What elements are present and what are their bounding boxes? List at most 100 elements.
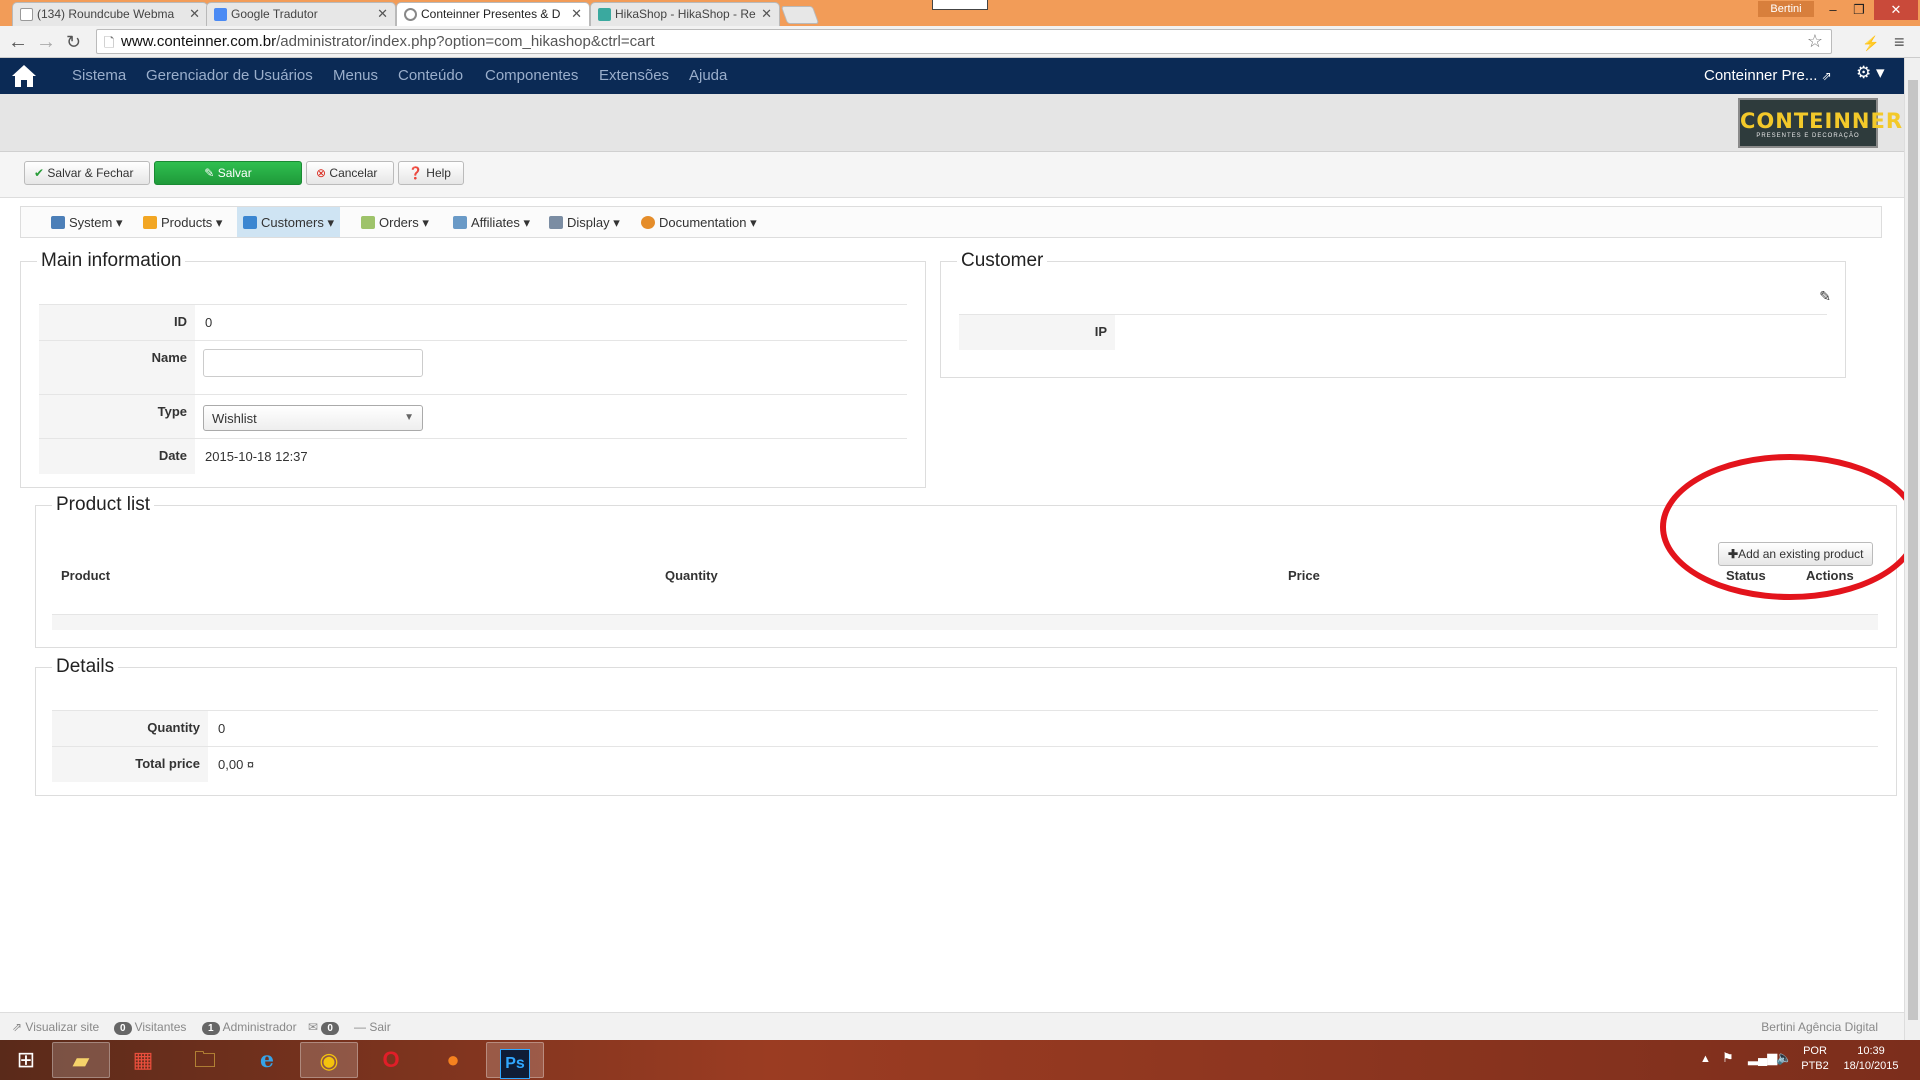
tab-hikashop[interactable]: HikaShop - HikaShop - Re ✕ — [590, 2, 780, 26]
external-link-icon: ⇗ — [1821, 69, 1832, 83]
close-icon[interactable]: ✕ — [189, 6, 200, 22]
reload-icon[interactable]: ↻ — [66, 32, 81, 53]
admin-status-bar: ⇗ Visualizar site 0 Visitantes 1 Administr… — [0, 1012, 1904, 1040]
documentation-icon — [641, 216, 655, 229]
gear-icon[interactable]: ⚙ ▾ — [1856, 63, 1885, 83]
hikashop-icon — [598, 8, 611, 21]
check-icon: ✔ — [34, 166, 45, 180]
menu-conteudo[interactable]: Conteúdo — [398, 67, 463, 84]
column-quantity: Quantity — [665, 568, 718, 583]
save-close-button[interactable]: ✔ Salvar & Fechar — [24, 161, 150, 185]
tab-google-translate[interactable]: Google Tradutor ✕ — [206, 2, 396, 26]
tab-conteinner[interactable]: Conteinner Presentes & D ✕ — [396, 2, 590, 26]
chrome-icon[interactable]: ◉ — [300, 1042, 358, 1078]
scrollbar-thumb[interactable] — [1908, 80, 1918, 1020]
credit-text: Bertini Agência Digital — [1761, 1020, 1878, 1034]
logout-link[interactable]: — Sair — [354, 1020, 391, 1034]
type-row: Type Wishlist ▼ — [39, 394, 907, 438]
id-row: ID 0 — [39, 304, 907, 340]
hika-menu-customers[interactable]: Customers ▾ — [237, 207, 340, 237]
close-icon[interactable]: ✕ — [571, 6, 582, 22]
store-icon[interactable]: ▦ — [114, 1042, 172, 1078]
document-icon — [20, 8, 33, 21]
view-site-link[interactable]: ⇗ Visualizar site — [12, 1020, 99, 1034]
close-window-icon[interactable]: ✕ — [1874, 0, 1918, 20]
site-link[interactable]: Conteinner Pre... ⇗ — [1704, 67, 1832, 84]
extension-icon[interactable]: ⚡ — [1862, 35, 1879, 52]
cancel-button[interactable]: ⊗ Cancelar — [306, 161, 394, 185]
hika-menu-products[interactable]: Products ▾ — [137, 207, 228, 237]
volume-icon[interactable]: 🔈 — [1776, 1050, 1792, 1065]
translate-icon — [214, 8, 227, 21]
total-price-row: Total price 0,00 ¤ — [52, 746, 1878, 782]
opera-icon[interactable]: O — [362, 1042, 420, 1078]
edit-icon[interactable]: ✎ — [1819, 288, 1831, 305]
minimize-icon[interactable]: – — [1820, 0, 1846, 20]
menu-menus[interactable]: Menus — [333, 67, 378, 84]
users-icon — [243, 216, 257, 229]
firefox-icon[interactable]: ● — [424, 1042, 482, 1078]
menu-componentes[interactable]: Componentes — [485, 67, 578, 84]
menu-sistema[interactable]: Sistema — [72, 67, 126, 84]
close-icon[interactable]: ✕ — [377, 6, 388, 22]
menu-icon[interactable]: ≡ — [1894, 32, 1905, 53]
header-band — [0, 94, 1904, 152]
admin-status[interactable]: 1 Administrador — [202, 1020, 297, 1035]
mail-icon: ✉ — [308, 1020, 319, 1034]
hika-menu-display[interactable]: Display ▾ — [543, 207, 626, 237]
help-button[interactable]: ❓ Help — [398, 161, 464, 185]
page-scrollbar[interactable] — [1904, 58, 1920, 1040]
customer-title: Customer — [961, 250, 1044, 271]
flag-icon[interactable]: ⚑ — [1722, 1050, 1734, 1065]
details-panel: Details Quantity 0 Total price 0,00 ¤ — [35, 656, 1897, 796]
product-list-title: Product list — [56, 494, 150, 515]
messages-status[interactable]: ✉ 0 — [308, 1020, 342, 1035]
hikashop-menu: System ▾ Products ▾ Customers ▾ Orders ▾… — [20, 206, 1882, 238]
forward-icon[interactable]: → — [36, 31, 56, 54]
explorer-pinned-icon[interactable]: ▰ — [52, 1042, 110, 1078]
browser-tab-strip: (134) Roundcube Webma ✕ Google Tradutor … — [0, 0, 1920, 26]
hika-menu-system[interactable]: System ▾ — [45, 207, 128, 237]
clock[interactable]: 10:39 18/10/2015 — [1836, 1044, 1906, 1074]
language-indicator[interactable]: POR PTB2 — [1798, 1044, 1832, 1074]
menu-ajuda[interactable]: Ajuda — [689, 67, 727, 84]
internet-explorer-icon[interactable]: e — [238, 1042, 296, 1078]
hika-menu-documentation[interactable]: Documentation ▾ — [635, 207, 763, 237]
column-product: Product — [61, 568, 111, 583]
table-row — [52, 614, 1878, 630]
tray-expand-icon[interactable]: ▲ — [1700, 1052, 1711, 1067]
type-select[interactable]: Wishlist ▼ — [203, 405, 423, 431]
save-button[interactable]: ✎ Salvar — [154, 161, 302, 185]
edit-icon: ✎ — [204, 166, 215, 180]
profile-badge[interactable]: Bertini — [1758, 1, 1814, 17]
quantity-row: Quantity 0 — [52, 710, 1878, 746]
annotation-ellipse — [1660, 454, 1920, 600]
close-icon[interactable]: ✕ — [761, 6, 772, 22]
back-icon[interactable]: ← — [8, 31, 28, 54]
tab-roundcube[interactable]: (134) Roundcube Webma ✕ — [12, 2, 208, 26]
address-bar[interactable]: 🗋 www.conteinner.com.br/administrator/in… — [96, 29, 1832, 54]
file-explorer-icon[interactable]: 🗀 — [176, 1042, 234, 1078]
network-icon[interactable]: ▂▄▆ — [1748, 1050, 1777, 1065]
photoshop-icon[interactable]: Ps — [486, 1042, 544, 1079]
hika-menu-orders[interactable]: Orders ▾ — [355, 207, 435, 237]
bookmark-star-icon[interactable]: ☆ — [1807, 31, 1823, 52]
details-title: Details — [56, 656, 115, 677]
page-icon: 🗋 — [104, 35, 115, 50]
main-information-panel: Main information ID 0 Name Type Wishlist… — [20, 250, 926, 488]
admin-navbar: Sistema Gerenciador de Usuários Menus Co… — [0, 58, 1904, 94]
visitors-status[interactable]: 0 Visitantes — [114, 1020, 186, 1035]
home-icon[interactable] — [10, 63, 38, 89]
menu-extensoes[interactable]: Extensões — [599, 67, 669, 84]
menu-usuarios[interactable]: Gerenciador de Usuários — [146, 67, 313, 84]
windows-start-icon[interactable]: ⊞ — [4, 1042, 48, 1078]
date-row: Date 2015-10-18 12:37 — [39, 438, 907, 474]
main-information-title: Main information — [41, 250, 182, 271]
name-field[interactable] — [203, 349, 423, 377]
restore-icon[interactable]: ❐ — [1846, 0, 1872, 20]
browser-toolbar: ← → ↻ 🗋 www.conteinner.com.br/administra… — [0, 26, 1920, 58]
name-row: Name — [39, 340, 907, 394]
new-tab-button[interactable] — [780, 6, 820, 24]
hika-menu-affiliates[interactable]: Affiliates ▾ — [447, 207, 536, 237]
column-price: Price — [1288, 568, 1320, 583]
